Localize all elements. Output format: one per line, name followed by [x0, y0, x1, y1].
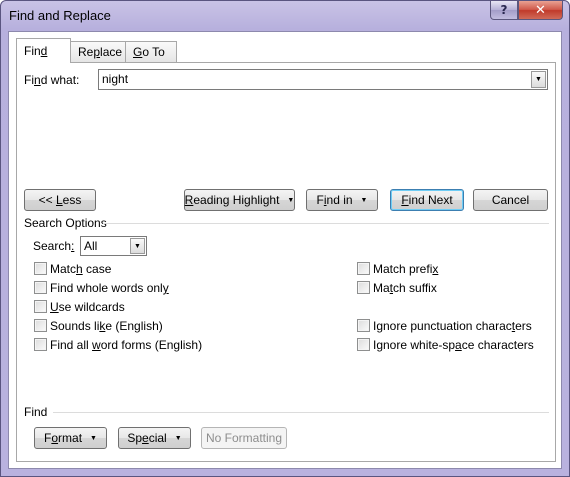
- find-next-button[interactable]: Find Next: [390, 189, 464, 211]
- match-prefix-label: Match prefix: [373, 262, 439, 276]
- wildcards-label: Use wildcards: [50, 300, 125, 314]
- dropdown-arrow-icon: ▼: [174, 434, 182, 442]
- reading-highlight-button[interactable]: Reading Highlight ▼: [184, 189, 295, 211]
- find-replace-dialog: Find and Replace ? ✕ Find Replace Go To …: [0, 0, 570, 477]
- search-direction-label: Search:: [33, 239, 75, 253]
- tab-goto[interactable]: Go To: [125, 41, 177, 62]
- ignore-punctuation-checkbox[interactable]: [357, 319, 370, 332]
- whole-words-label: Find whole words only: [50, 281, 169, 295]
- reading-highlight-label: Reading Highlight: [184, 193, 280, 207]
- tab-find-label: Find: [24, 44, 48, 58]
- cancel-label: Cancel: [491, 193, 530, 207]
- dialog-client-area: Find Replace Go To Find what: night ▼ <<…: [8, 31, 562, 469]
- whole-words-checkbox[interactable]: [34, 281, 47, 294]
- chevron-down-icon: ▼: [535, 76, 542, 83]
- match-prefix-checkbox[interactable]: [357, 262, 370, 275]
- ignore-whitespace-checkbox[interactable]: [357, 338, 370, 351]
- search-options-heading: Search Options: [24, 216, 107, 230]
- help-icon: ?: [500, 3, 508, 17]
- no-formatting-button[interactable]: No Formatting: [201, 427, 287, 449]
- dropdown-arrow-icon: ▼: [90, 434, 97, 442]
- chevron-down-icon: ▼: [134, 242, 141, 250]
- find-in-button[interactable]: Find in ▼: [306, 189, 378, 211]
- format-label: Format: [44, 431, 83, 445]
- match-case-label: Match case: [50, 262, 112, 276]
- special-button[interactable]: Special ▼: [118, 427, 191, 449]
- sounds-like-label: Sounds like (English): [50, 319, 163, 333]
- wildcards-checkbox[interactable]: [34, 300, 47, 313]
- find-format-heading: Find: [24, 405, 48, 419]
- format-button[interactable]: Format ▼: [34, 427, 107, 449]
- search-direction-dropdown-arrow[interactable]: ▼: [130, 238, 145, 254]
- title-bar: Find and Replace ? ✕: [1, 1, 569, 31]
- match-suffix-label: Match suffix: [373, 281, 437, 295]
- search-options-divider: [103, 223, 549, 224]
- tab-goto-label: Go To: [133, 45, 165, 59]
- find-in-label: Find in: [316, 193, 353, 207]
- close-button[interactable]: ✕: [518, 1, 563, 20]
- ignore-whitespace-label: Ignore white-space characters: [373, 338, 534, 352]
- word-forms-label: Find all word forms (English): [50, 338, 203, 352]
- special-label: Special: [127, 431, 167, 445]
- match-suffix-checkbox[interactable]: [357, 281, 370, 294]
- dropdown-arrow-icon: ▼: [360, 196, 368, 204]
- tab-replace-label: Replace: [78, 45, 123, 59]
- word-forms-checkbox[interactable]: [34, 338, 47, 351]
- find-next-label: Find Next: [401, 193, 453, 207]
- sounds-like-checkbox[interactable]: [34, 319, 47, 332]
- ignore-punctuation-label: Ignore punctuation characters: [373, 319, 532, 333]
- tab-find[interactable]: Find: [16, 38, 71, 63]
- less-button-label: << Less: [38, 193, 82, 207]
- less-button[interactable]: << Less: [24, 189, 96, 211]
- dropdown-arrow-icon: ▼: [287, 196, 295, 204]
- match-case-checkbox[interactable]: [34, 262, 47, 275]
- find-what-input[interactable]: night ▼: [98, 69, 548, 90]
- window-title: Find and Replace: [9, 8, 111, 23]
- close-icon: ✕: [535, 2, 546, 18]
- search-direction-value: All: [84, 239, 98, 253]
- find-what-value: night: [102, 72, 129, 86]
- find-format-divider: [53, 412, 549, 413]
- cancel-button[interactable]: Cancel: [473, 189, 548, 211]
- tab-replace[interactable]: Replace: [70, 41, 126, 62]
- find-what-dropdown-arrow[interactable]: ▼: [531, 71, 546, 88]
- search-direction-select[interactable]: All ▼: [80, 236, 147, 256]
- find-what-label: Find what:: [24, 73, 80, 87]
- help-button[interactable]: ?: [490, 1, 518, 20]
- no-formatting-label: No Formatting: [205, 431, 283, 445]
